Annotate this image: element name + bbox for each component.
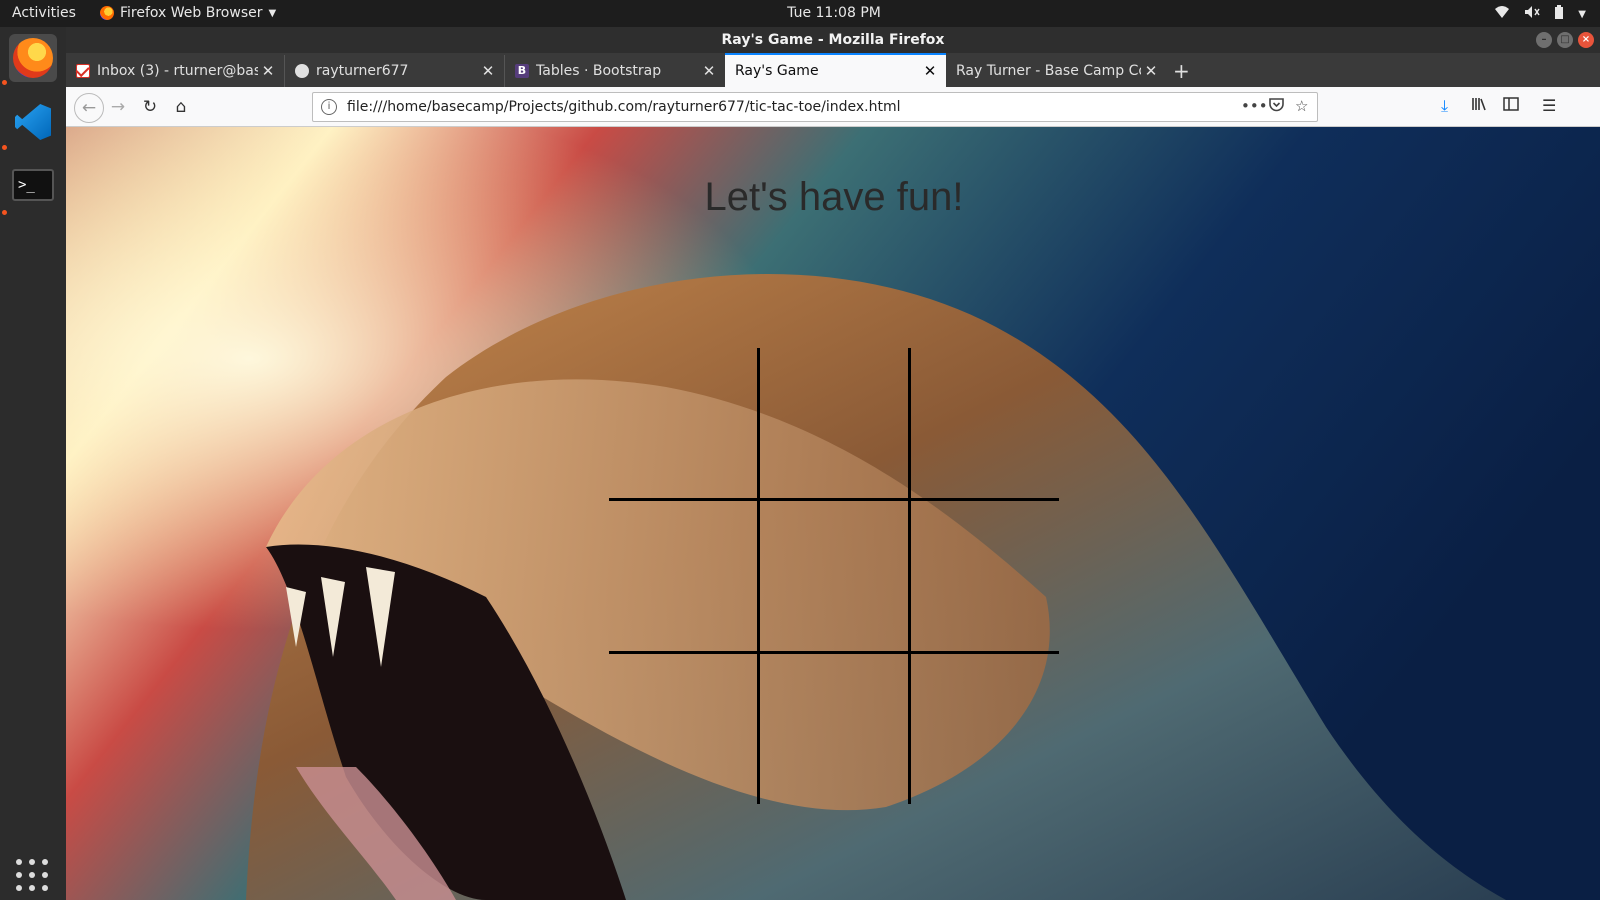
window-titlebar[interactable]: Ray's Game - Mozilla Firefox – □ × [66, 27, 1600, 53]
sidebar-icon[interactable] [1503, 96, 1519, 115]
navigation-toolbar: ← → ↻ ⌂ i file:///home/basecamp/Projects… [66, 87, 1600, 127]
close-window-button[interactable]: × [1578, 32, 1594, 48]
board-cell[interactable] [757, 348, 911, 501]
board-cell[interactable] [908, 348, 1059, 501]
pocket-icon[interactable] [1269, 97, 1284, 116]
tab-inbox[interactable]: Inbox (3) - rturner@base ✕ [66, 55, 285, 87]
tab-rays-game[interactable]: Ray's Game ✕ [725, 53, 946, 87]
page-actions-icon[interactable]: ••• [1241, 97, 1268, 115]
wifi-icon [1494, 5, 1510, 23]
bookmark-star-icon[interactable]: ☆ [1295, 97, 1308, 115]
dock: >_ [0, 27, 66, 900]
info-icon[interactable]: i [321, 99, 337, 115]
terminal-icon: >_ [12, 169, 54, 201]
board-cell[interactable] [609, 348, 760, 501]
minimize-button[interactable]: – [1536, 32, 1552, 48]
new-tab-button[interactable]: + [1173, 59, 1190, 83]
window-title: Ray's Game - Mozilla Firefox [721, 32, 945, 48]
tab-close-icon[interactable]: ✕ [258, 62, 278, 80]
tab-label: Ray's Game [735, 63, 819, 79]
running-indicator [2, 210, 7, 215]
home-button[interactable]: ⌂ [169, 95, 193, 119]
vscode-icon [15, 104, 51, 140]
volume-icon [1524, 5, 1540, 23]
tab-label: Inbox (3) - rturner@base [97, 63, 258, 79]
bootstrap-icon: B [515, 64, 529, 78]
maximize-button[interactable]: □ [1557, 32, 1573, 48]
dock-firefox[interactable] [9, 34, 57, 82]
back-button[interactable]: ← [74, 93, 104, 123]
forward-button[interactable]: → [106, 95, 130, 119]
board-cell[interactable] [757, 498, 911, 654]
url-text[interactable]: file:///home/basecamp/Projects/github.co… [347, 99, 901, 115]
clock[interactable]: Tue 11:08 PM [0, 5, 1600, 21]
tab-close-icon[interactable]: ✕ [920, 62, 940, 80]
tab-label: Ray Turner - Base Camp Cod [956, 63, 1141, 79]
tab-label: rayturner677 [316, 63, 409, 79]
system-top-bar: Activities Firefox Web Browser ▼ Tue 11:… [0, 0, 1600, 27]
tic-tac-toe-board [609, 348, 1059, 804]
library-icon[interactable] [1471, 96, 1487, 116]
tab-close-icon[interactable]: ✕ [699, 62, 719, 80]
dock-vscode[interactable] [9, 98, 57, 146]
tab-github[interactable]: rayturner677 ✕ [285, 55, 505, 87]
github-icon [295, 64, 309, 78]
tab-base-camp[interactable]: Ray Turner - Base Camp Cod ✕ [946, 55, 1167, 87]
caret-down-icon: ▼ [1578, 8, 1586, 20]
show-applications-button[interactable] [16, 859, 50, 893]
page-heading: Let's have fun! [704, 175, 964, 219]
board-cell[interactable] [908, 651, 1059, 804]
page-content: Let's have fun! [66, 127, 1600, 900]
tab-bootstrap[interactable]: B Tables · Bootstrap ✕ [505, 55, 725, 87]
url-bar[interactable]: i file:///home/basecamp/Projects/github.… [312, 92, 1318, 122]
battery-icon [1554, 5, 1564, 23]
board-cell[interactable] [757, 651, 911, 804]
tab-close-icon[interactable]: ✕ [478, 62, 498, 80]
reload-button[interactable]: ↻ [138, 95, 162, 119]
dock-terminal[interactable]: >_ [9, 161, 57, 209]
tab-label: Tables · Bootstrap [536, 63, 662, 79]
system-tray[interactable]: ▼ [1494, 5, 1586, 23]
downloads-icon[interactable]: ⤓ [1441, 96, 1448, 116]
hamburger-menu-icon[interactable]: ☰ [1542, 96, 1556, 115]
board-cell[interactable] [609, 651, 760, 804]
running-indicator [2, 80, 7, 85]
firefox-icon [13, 38, 53, 78]
board-cell[interactable] [609, 498, 760, 654]
board-cell[interactable] [908, 498, 1059, 654]
running-indicator [2, 145, 7, 150]
tab-bar: Inbox (3) - rturner@base ✕ rayturner677 … [66, 53, 1600, 87]
gmail-icon [76, 64, 90, 78]
tab-close-icon[interactable]: ✕ [1141, 62, 1161, 80]
